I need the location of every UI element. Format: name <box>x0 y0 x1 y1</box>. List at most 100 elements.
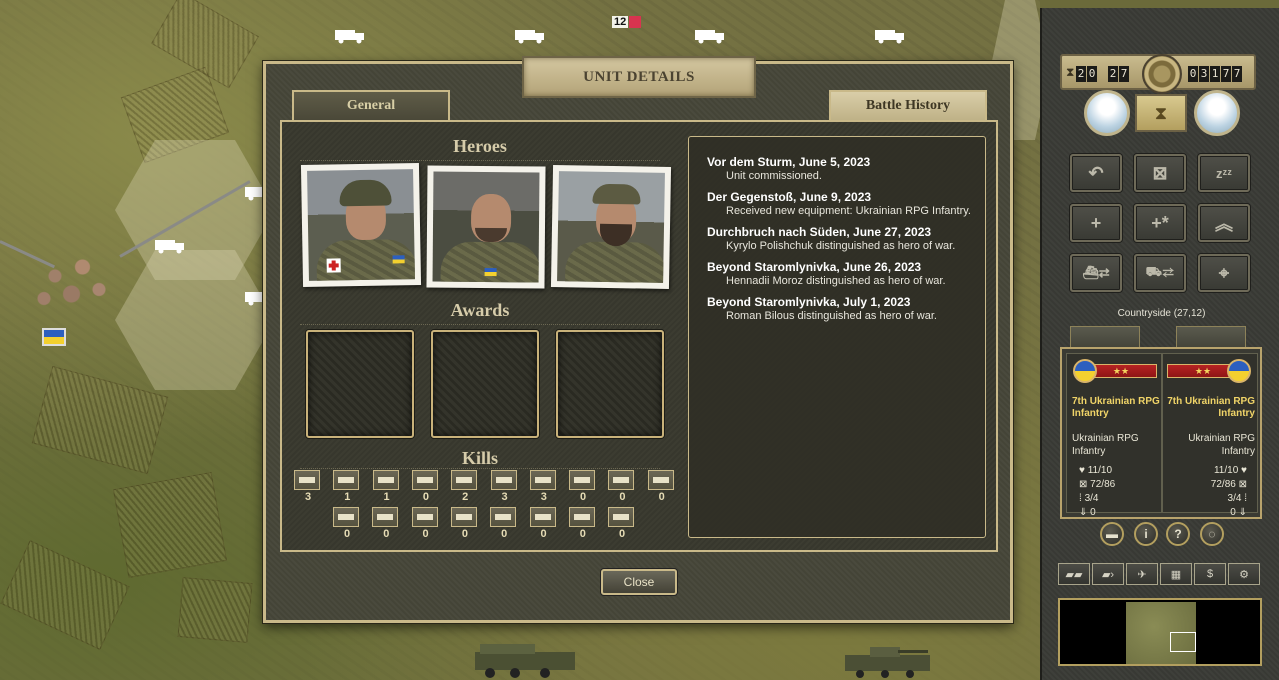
unit-card-right[interactable]: ★★ 7th Ukrainian RPG Infantry Ukrainian … <box>1162 353 1258 518</box>
embark-ship-button[interactable]: ⛴⇄ <box>1070 254 1122 292</box>
kill-counter: 3 <box>490 470 519 503</box>
hero-portrait[interactable] <box>300 162 422 288</box>
history-entry-text: Roman Bilous distinguished as hero of wa… <box>726 310 937 322</box>
history-entry-text: Unit commissioned. <box>726 170 822 182</box>
elite-reinforce-button[interactable]: +* <box>1134 204 1186 242</box>
tab-general[interactable]: General <box>292 90 450 120</box>
ukraine-flag-icon[interactable] <box>42 328 66 346</box>
strategic-bomber-icon <box>647 470 674 490</box>
tab-battle-history[interactable]: Battle History <box>829 90 987 120</box>
deploy-units-button[interactable]: ▰› <box>1092 563 1124 585</box>
hero-portrait[interactable] <box>426 165 546 289</box>
supply-truck-icon[interactable] <box>514 28 546 44</box>
embark-truck-button[interactable]: ⛟⇄ <box>1134 254 1186 292</box>
help-button[interactable]: ? <box>1166 522 1190 546</box>
upgrade-button[interactable]: ︽ <box>1198 204 1250 242</box>
details-panel: Heroes Awards Kills 3 1 1 0 2 3 3 0 0 0 … <box>280 120 998 552</box>
antiair-icon <box>490 470 517 490</box>
kill-count: 0 <box>422 491 429 503</box>
heroes-heading: Heroes <box>453 136 507 156</box>
battle-history-list[interactable]: Vor dem Sturm, June 5, 2023 Unit commiss… <box>688 136 986 538</box>
reinforce-button[interactable]: + <box>1070 204 1122 242</box>
hero-photo <box>432 171 540 283</box>
kill-count: 0 <box>343 528 351 540</box>
highlighted-hex[interactable] <box>115 250 275 390</box>
grid-toggle-button[interactable]: ▦ <box>1160 563 1192 585</box>
kill-count: 0 <box>580 491 587 503</box>
supply-truck-icon[interactable] <box>334 28 366 44</box>
kill-count: 0 <box>461 528 468 540</box>
divider <box>300 160 660 161</box>
history-entry: Der Gegenstoß, June 9, 2023 Received new… <box>707 190 975 218</box>
unit-card-left[interactable]: ★★ 7th Ukrainian RPG Infantry Ukrainian … <box>1066 353 1162 518</box>
weather-forecast-dial-icon[interactable] <box>1194 90 1240 136</box>
farmland <box>112 472 228 578</box>
helicopter-icon <box>529 507 556 527</box>
supply-truck-icon[interactable] <box>154 238 186 254</box>
undo-button[interactable]: ↶ <box>1070 154 1122 192</box>
settings-button[interactable]: ⚙ <box>1228 563 1260 585</box>
kill-counter: 0 <box>568 507 597 540</box>
award-slot[interactable] <box>431 330 539 438</box>
info-button[interactable]: i <box>1134 522 1158 546</box>
rocket-launcher-unit[interactable] <box>470 640 590 680</box>
tank-icon <box>333 470 360 490</box>
drone-icon <box>568 507 595 527</box>
ammo-stat: ⊠ 72/86 <box>1079 479 1116 490</box>
help-icon: ? <box>1174 527 1182 541</box>
dialog-title: UNIT DETAILS <box>522 56 756 98</box>
end-turn-button[interactable]: ⧗ <box>1135 94 1187 132</box>
weather-dial-icon[interactable] <box>1084 90 1130 136</box>
supply-truck-icon[interactable] <box>874 28 906 44</box>
disband-icon: ⊠ <box>1152 162 1168 183</box>
disband-button[interactable]: ⊠ <box>1134 154 1186 192</box>
history-entry: Beyond Staromlynivka, June 26, 2023 Henn… <box>707 260 975 288</box>
destroyer-icon <box>372 507 399 527</box>
kill-count: 2 <box>462 491 469 503</box>
tank-arrow-icon: ▰› <box>1101 568 1115 581</box>
strength-stat: ♥ 11/10 <box>1079 465 1113 476</box>
farmland <box>0 540 130 650</box>
kill-counter: 0 <box>450 507 479 540</box>
purchase-units-button[interactable]: ▰▰ <box>1058 563 1090 585</box>
carrier-icon <box>450 507 477 527</box>
supply-truck-icon[interactable] <box>694 28 726 44</box>
minimap-viewport[interactable] <box>1170 632 1196 652</box>
close-button[interactable]: Close <box>601 569 677 595</box>
prestige-button[interactable]: $ <box>1194 563 1226 585</box>
kill-count: 0 <box>619 528 626 540</box>
unit-tab-right[interactable] <box>1176 326 1246 348</box>
target-button[interactable]: ⌖ <box>1198 254 1250 292</box>
kill-count: 0 <box>383 528 390 540</box>
kill-counter: 0 <box>333 507 361 540</box>
unit-name: 7th Ukrainian RPG Infantry <box>1072 396 1160 419</box>
unit-name: 7th Ukrainian RPG Infantry <box>1167 396 1255 419</box>
kill-count: 0 <box>422 528 429 540</box>
unit-tank-button[interactable]: ▬ <box>1100 522 1124 546</box>
farmland <box>31 365 169 475</box>
chat-button[interactable]: ◌ <box>1200 522 1224 546</box>
kill-counter: 0 <box>647 470 676 503</box>
minimap[interactable] <box>1058 598 1262 666</box>
history-entry-title: Beyond Staromlynivka, June 26, 2023 <box>707 260 922 274</box>
max-turn-counter: 27 <box>1108 66 1129 82</box>
info-icon: i <box>1144 527 1148 541</box>
history-entry-text: Kyrylo Polishchuk distinguished as hero … <box>726 240 956 252</box>
air-units-button[interactable]: ✈ <box>1126 563 1158 585</box>
kill-count: 1 <box>344 491 351 503</box>
history-entry: Beyond Staromlynivka, July 1, 2023 Roman… <box>707 295 975 323</box>
hourglass-icon: ⧗ <box>1154 102 1168 123</box>
kill-counter: 0 <box>529 507 558 540</box>
award-slot[interactable] <box>556 330 664 438</box>
sleep-button[interactable]: zᶻᶻ <box>1198 154 1250 192</box>
kill-count: 0 <box>619 491 626 503</box>
kill-counter: 1 <box>333 470 361 503</box>
kill-count: 0 <box>501 528 508 540</box>
award-slot[interactable] <box>306 330 414 438</box>
history-entry-title: Vor dem Sturm, June 5, 2023 <box>707 155 871 169</box>
armored-vehicle-unit[interactable] <box>840 645 940 680</box>
hero-portrait[interactable] <box>550 164 672 290</box>
gear-icon[interactable] <box>1142 54 1182 94</box>
enemy-stack-badge[interactable]: 12 <box>612 16 642 28</box>
unit-tab-left[interactable] <box>1070 326 1140 348</box>
